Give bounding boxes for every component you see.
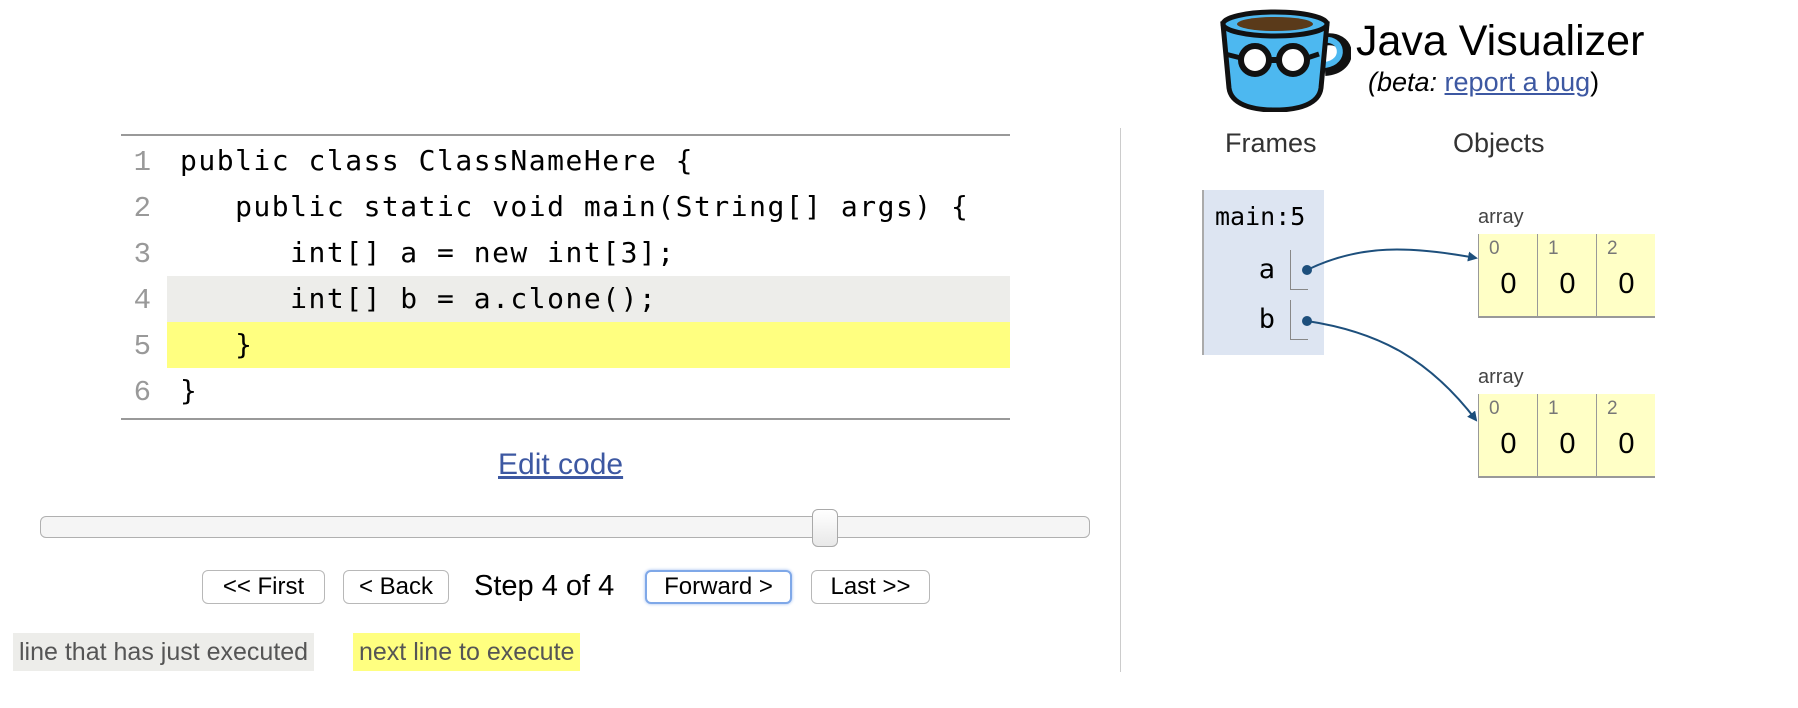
step-counter: Step 4 of 4 [474, 570, 615, 602]
step-slider-track[interactable] [40, 516, 1090, 538]
code-line: 3 int[] a = new int[3]; [121, 230, 1010, 276]
array-cell: 1 0 [1537, 234, 1596, 318]
legend-just-executed: line that has just executed [13, 633, 315, 671]
code-line: 6 } [121, 368, 1010, 414]
step-slider-handle[interactable] [812, 509, 838, 547]
array-cell: 1 0 [1537, 394, 1596, 478]
array-label: array [1478, 366, 1524, 388]
code-line: 2 public static void main(String[] args)… [121, 184, 1010, 230]
line-source: int[] a = new int[3]; [180, 236, 676, 269]
line-highlight-next [167, 322, 1010, 368]
array-index: 0 [1489, 238, 1500, 259]
array-label: array [1478, 206, 1524, 228]
legend-next-line: next line to execute [353, 633, 581, 671]
beta-label: (beta: [1368, 67, 1445, 97]
frame-var-b: b [1258, 304, 1275, 335]
array-cell: 2 0 [1596, 234, 1655, 318]
line-number: 2 [133, 192, 151, 225]
array-value: 0 [1500, 428, 1517, 460]
frame-var-a: a [1258, 254, 1275, 285]
line-number: 3 [133, 238, 151, 271]
line-source: } [180, 328, 254, 361]
line-source: int[] b = a.clone(); [180, 282, 658, 315]
array-index: 0 [1489, 398, 1500, 419]
subtitle: (beta: report a bug) [1368, 64, 1599, 100]
array-cell: 0 0 [1478, 394, 1537, 478]
visualizer-mug-icon [1215, 4, 1352, 117]
array-value: 0 [1500, 268, 1517, 300]
array-value: 0 [1559, 268, 1576, 300]
line-source: } [180, 374, 199, 407]
array-index: 1 [1548, 398, 1559, 419]
frame-name: main:5 [1215, 202, 1306, 231]
line-highlight [167, 368, 1010, 414]
line-source: public class ClassNameHere { [180, 144, 695, 177]
report-bug-link[interactable]: report a bug [1445, 67, 1591, 97]
array-index: 1 [1548, 238, 1559, 259]
code-line-just-executed: 4 int[] b = a.clone(); [121, 276, 1010, 322]
array-value: 0 [1618, 428, 1635, 460]
code-line-next: 5 } [121, 322, 1010, 368]
pointer-slot-a [1290, 250, 1308, 290]
app-title: Java Visualizer [1356, 17, 1645, 65]
array-index: 2 [1607, 238, 1618, 259]
pointer-arrow-b [1306, 320, 1478, 422]
line-number: 5 [133, 330, 151, 363]
line-source: public static void main(String[] args) { [180, 190, 970, 223]
last-button[interactable]: Last >> [811, 570, 930, 604]
array-cell: 0 0 [1478, 234, 1537, 318]
array-value: 0 [1618, 268, 1635, 300]
edit-code-link[interactable]: Edit code [498, 448, 623, 482]
line-number: 1 [133, 146, 151, 179]
panel-divider [1120, 128, 1121, 672]
frames-header: Frames [1225, 128, 1317, 158]
array-cell: 2 0 [1596, 394, 1655, 478]
code-line: 1 public class ClassNameHere { [121, 138, 1010, 184]
array-value: 0 [1559, 428, 1576, 460]
forward-button[interactable]: Forward > [645, 570, 792, 604]
array-index: 2 [1607, 398, 1618, 419]
close-paren: ) [1590, 67, 1600, 97]
line-number: 6 [133, 376, 151, 409]
back-button[interactable]: < Back [343, 570, 449, 604]
objects-header: Objects [1453, 128, 1545, 158]
pointer-slot-b [1290, 300, 1308, 340]
line-number: 4 [133, 284, 151, 317]
first-button[interactable]: << First [202, 570, 325, 604]
code-panel: 1 public class ClassNameHere { 2 public … [121, 134, 1010, 420]
pointer-arrow-a [1306, 248, 1478, 271]
